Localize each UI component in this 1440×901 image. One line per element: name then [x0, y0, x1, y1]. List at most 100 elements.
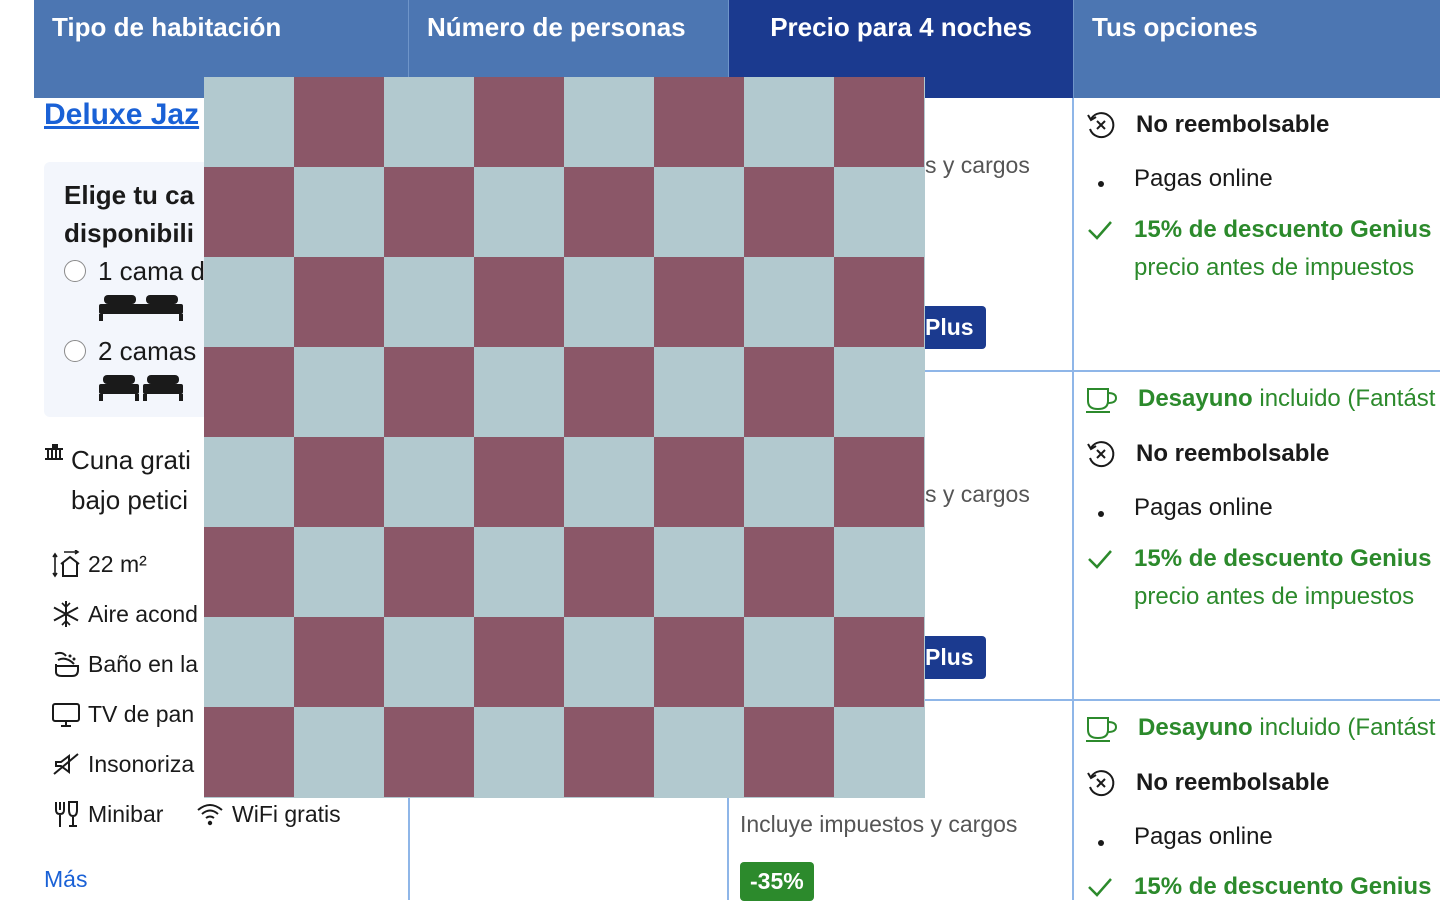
option-breakfast: Desayuno incluido (Fantást: [1086, 385, 1435, 413]
non-refundable-icon: [1087, 770, 1115, 797]
more-link[interactable]: Más: [44, 866, 87, 893]
breakfast-label: Desayuno: [1138, 385, 1253, 412]
bullet-icon: [1098, 181, 1104, 187]
bed-option-2-label: 2 camas: [98, 336, 197, 366]
facility-item: TV de pan: [52, 700, 194, 728]
checker-square: [654, 257, 744, 347]
checker-square: [834, 167, 924, 257]
checker-square: [384, 617, 474, 707]
checker-square: [834, 617, 924, 707]
price-before-tax-note: precio antes de impuestos: [1134, 254, 1415, 281]
option-pay-online: Pagas online: [1134, 165, 1273, 193]
checker-square: [384, 167, 474, 257]
crib-text: Cuna grati bajo petici: [71, 445, 191, 515]
column-divider: [1072, 98, 1074, 900]
checker-square: [384, 437, 474, 527]
checker-square: [654, 527, 744, 617]
checker-square: [204, 617, 294, 707]
discount-badge: -35%: [740, 862, 814, 901]
checkmark-icon: [1088, 221, 1112, 240]
option-genius-discount: 15% de descuento Genius: [1086, 873, 1431, 901]
checker-square: [744, 347, 834, 437]
checker-square: [294, 167, 384, 257]
checker-square: [654, 707, 744, 797]
checker-square: [204, 527, 294, 617]
checker-square: [744, 437, 834, 527]
facility-item: Baño en la: [52, 650, 198, 678]
crib-icon: [45, 444, 63, 460]
checkmark-icon: [1088, 550, 1112, 569]
checker-square: [474, 347, 564, 437]
checker-square: [294, 347, 384, 437]
option-text: 15% de descuento Genius: [1134, 873, 1432, 900]
option-genius-discount: 15% de descuento Genius: [1086, 545, 1431, 573]
snowflake-icon: [53, 601, 79, 627]
checker-square: [474, 437, 564, 527]
checker-square: [654, 347, 744, 437]
checker-square: [474, 77, 564, 167]
checker-square: [564, 257, 654, 347]
checker-square: [384, 707, 474, 797]
checker-square: [384, 77, 474, 167]
option-genius-discount: 15% de descuento Genius: [1086, 216, 1431, 244]
checker-square: [474, 527, 564, 617]
soundproof-icon: [53, 753, 79, 775]
option-breakfast: Desayuno incluido (Fantást: [1086, 714, 1435, 742]
checker-square: [204, 257, 294, 347]
crib-info: Cuna grati bajo petici: [44, 440, 191, 520]
coffee-cup-icon: [1086, 388, 1118, 413]
checker-square: [834, 347, 924, 437]
bed-option-1-radio[interactable]: [64, 260, 86, 282]
room-size-icon: [52, 550, 80, 578]
bed-option-2-radio[interactable]: [64, 340, 86, 362]
bath-icon: [54, 651, 79, 677]
checker-square: [834, 257, 924, 347]
bed-option-1-label: 1 cama d: [98, 256, 205, 286]
facility-label: WiFi gratis: [232, 800, 341, 827]
checker-square: [294, 707, 384, 797]
checker-square: [294, 527, 384, 617]
tax-note: s y cargos: [925, 481, 1030, 507]
room-name-link[interactable]: Deluxe Jaz: [44, 98, 199, 132]
bed-choice-title: Elige tu ca disponibili: [64, 176, 214, 252]
facility-label: Aire acond: [88, 600, 198, 627]
checkerboard-overlay: [204, 77, 925, 798]
checker-square: [744, 617, 834, 707]
coffee-cup-icon: [1086, 717, 1118, 742]
option-non-refundable: No reembolsable: [1086, 768, 1329, 798]
checker-square: [744, 167, 834, 257]
checker-square: [744, 257, 834, 347]
facility-item: Minibar: [52, 800, 163, 828]
minibar-icon: [55, 801, 78, 827]
checker-square: [474, 707, 564, 797]
breakfast-detail: incluido (Fantást: [1252, 714, 1436, 741]
checker-square: [564, 347, 654, 437]
checker-square: [834, 437, 924, 527]
checker-square: [384, 257, 474, 347]
checker-square: [564, 437, 654, 527]
option-text: 15% de descuento Genius: [1134, 216, 1432, 243]
non-refundable-icon: [1087, 441, 1115, 468]
facility-label: Baño en la: [88, 650, 198, 677]
facility-label: TV de pan: [88, 700, 195, 727]
checker-square: [654, 167, 744, 257]
option-pay-online: Pagas online: [1134, 823, 1273, 851]
tv-icon: [52, 703, 80, 727]
breakfast-label: Desayuno: [1138, 714, 1253, 741]
option-non-refundable: No reembolsable: [1086, 110, 1329, 140]
checker-square: [294, 257, 384, 347]
checker-square: [654, 437, 744, 527]
facility-item: WiFi gratis: [196, 800, 341, 828]
checker-square: [744, 527, 834, 617]
checker-square: [204, 437, 294, 527]
option-text: 15% de descuento Genius: [1134, 545, 1432, 572]
facility-item: Insonoriza: [52, 750, 194, 778]
wifi-icon: [197, 804, 223, 826]
checker-square: [654, 77, 744, 167]
checker-square: [564, 167, 654, 257]
checker-square: [294, 77, 384, 167]
checker-square: [294, 437, 384, 527]
header-options: Tus opciones: [1092, 12, 1258, 42]
checker-square: [204, 167, 294, 257]
checker-square: [564, 617, 654, 707]
